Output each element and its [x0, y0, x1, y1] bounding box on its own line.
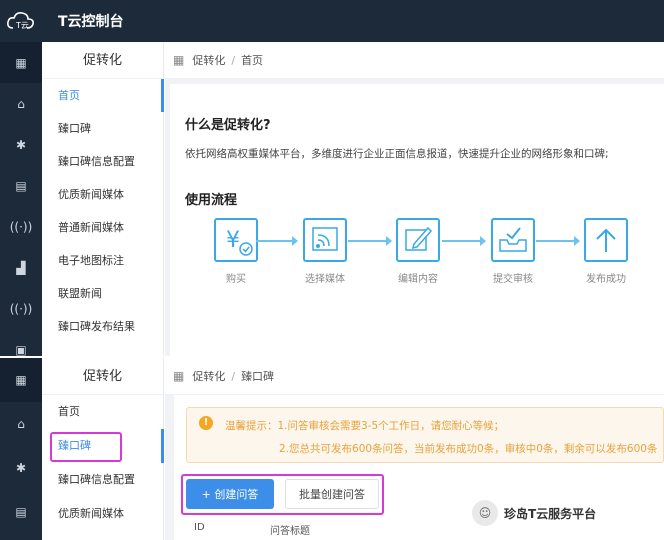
grid-icon[interactable]: ▦	[0, 358, 42, 402]
signal-icon[interactable]: ((·))	[0, 288, 42, 329]
app-title: T云控制台	[58, 14, 124, 30]
screenshot: T云 T云控制台 ▦ ⌂ ✱ ▤ ((·)) ▟ ((·)) ▣ 促转化 首页 …	[0, 0, 664, 540]
menu-title: 促转化	[42, 42, 163, 79]
menu-title: 促转化	[42, 358, 163, 395]
logo-text: T云	[15, 21, 29, 30]
notice-alert: ! 温馨提示：1.问答审核会需要3-5个工作日，请您耐心等候； 2.您总共可发布…	[186, 407, 664, 463]
table-header-title: 问答标题	[270, 526, 310, 537]
grid-icon[interactable]: ▦	[0, 42, 42, 83]
table-header-id: ID	[194, 522, 205, 533]
flow-step-label: 发布成功	[586, 274, 626, 285]
breadcrumb: ▦ 促转化 / 首页	[165, 42, 664, 79]
warning-icon: !	[199, 416, 213, 430]
flow-step-purchase: ¥ 购买	[200, 218, 272, 285]
menu-item-alliance-news[interactable]: 联盟新闻	[42, 277, 163, 310]
broadcast-icon	[303, 218, 347, 262]
pencil-icon	[396, 218, 440, 262]
flow-step-select-media: 选择媒体	[289, 218, 361, 285]
highlight-box-buttons	[181, 474, 384, 515]
breadcrumb-item[interactable]: 促转化	[192, 368, 225, 384]
menu-item-koubei-config[interactable]: 臻口碑信息配置	[42, 145, 163, 178]
menu-item-koubei-config[interactable]: 臻口碑信息配置	[42, 463, 163, 497]
icon-sidebar-bottom: ▦ ⌂ ✱ ▤	[0, 358, 42, 540]
grid-icon: ▦	[173, 53, 185, 67]
flow-step-edit: 编辑内容	[382, 218, 454, 285]
highlight-box-menu	[50, 432, 122, 462]
signal-icon[interactable]: ((·))	[0, 206, 42, 247]
gear-icon[interactable]: ✱	[0, 124, 42, 165]
flow-step-submit: 提交审核	[477, 218, 549, 285]
upload-arrow-icon	[584, 218, 628, 262]
watermark-text: 珍岛T云服务平台	[504, 506, 597, 521]
intro-description: 依托网络高权重媒体平台，多维度进行企业正面信息报道，快速提升企业的网络形象和口碑…	[185, 148, 609, 160]
menu-item-quality-media[interactable]: 优质新闻媒体	[42, 178, 163, 211]
watermark: ☺ 珍岛T云服务平台	[472, 500, 596, 526]
cloud-logo-icon[interactable]: T云	[0, 0, 42, 42]
inbox-check-icon	[491, 218, 535, 262]
top-header: T云 T云控制台	[0, 0, 664, 42]
menu-item-quality-media[interactable]: 优质新闻媒体	[42, 497, 163, 531]
flow-step-label: 编辑内容	[398, 274, 438, 285]
disk-icon[interactable]: ▤	[0, 165, 42, 206]
menu-item-map-label[interactable]: 电子地图标注	[42, 244, 163, 277]
flow-step-label: 购买	[226, 274, 246, 285]
home-icon[interactable]: ⌂	[0, 402, 42, 446]
menu-item-home[interactable]: 首页	[42, 395, 163, 429]
intro-heading: 什么是促转化?	[185, 118, 271, 133]
menu-item-normal-media[interactable]: 普通新闻媒体	[42, 211, 163, 244]
home-icon[interactable]: ⌂	[0, 83, 42, 124]
flow-step-publish: 发布成功	[570, 218, 642, 285]
flow-heading: 使用流程	[185, 193, 238, 208]
yen-icon: ¥	[214, 218, 258, 262]
breadcrumb-item[interactable]: 促转化	[192, 52, 225, 68]
menu-item-home[interactable]: 首页	[42, 79, 164, 112]
breadcrumb-item: 首页	[241, 54, 264, 67]
icon-sidebar-top: ▦ ⌂ ✱ ▤ ((·)) ▟ ((·)) ▣	[0, 42, 42, 357]
svg-text:¥: ¥	[226, 228, 240, 253]
flow-step-label: 选择媒体	[305, 274, 345, 285]
gear-icon[interactable]: ✱	[0, 446, 42, 490]
notice-line-1: 温馨提示：1.问答审核会需要3-5个工作日，请您耐心等候；	[225, 420, 505, 432]
wechat-icon: ☺	[472, 500, 498, 526]
disk-icon[interactable]: ▤	[0, 490, 42, 534]
breadcrumb-item: 臻口碑	[241, 370, 275, 383]
breadcrumb: ▦ 促转化 / 臻口碑	[165, 358, 664, 395]
chart-icon[interactable]: ▟	[0, 247, 42, 288]
notice-line-2: 2.您总共可发布600条问答，当前发布成功0条，审核中0条，剩余可以发布600条	[279, 443, 658, 455]
grid-icon: ▦	[173, 369, 185, 383]
nav-menu-top: 促转化 首页 臻口碑 臻口碑信息配置 优质新闻媒体 普通新闻媒体 电子地图标注 …	[42, 42, 164, 356]
flow-step-label: 提交审核	[493, 274, 533, 285]
menu-item-koubei[interactable]: 臻口碑	[42, 112, 163, 145]
breadcrumb-separator: /	[231, 369, 236, 383]
menu-item-koubei-results[interactable]: 臻口碑发布结果	[42, 310, 163, 343]
breadcrumb-separator: /	[231, 53, 236, 67]
